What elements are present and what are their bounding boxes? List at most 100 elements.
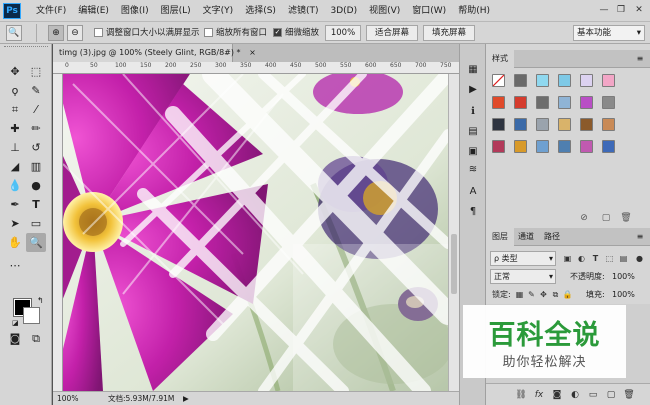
new-group-icon[interactable]: ▭ (586, 388, 600, 402)
image-canvas[interactable] (63, 74, 448, 391)
restore-button[interactable]: ❐ (613, 3, 629, 17)
scrubby-zoom-checkbox[interactable]: ✓ (273, 28, 282, 37)
style-swatch[interactable] (492, 96, 505, 109)
healing-brush-tool-icon[interactable]: ✚ (5, 119, 25, 138)
tab-styles[interactable]: 样式 (486, 50, 514, 68)
style-swatch[interactable] (602, 140, 615, 153)
style-swatch[interactable] (580, 96, 593, 109)
gradient-tool-icon[interactable]: ▥ (26, 157, 46, 176)
blur-tool-icon[interactable]: 💧 (5, 176, 25, 195)
info-panel-icon[interactable]: ℹ (465, 104, 481, 120)
menu-item[interactable]: 视图(V) (363, 0, 406, 22)
scrollbar-thumb[interactable] (451, 234, 457, 294)
style-swatch[interactable] (602, 96, 615, 109)
tab-layers[interactable]: 图层 (486, 228, 514, 246)
menu-item[interactable]: 3D(D) (324, 0, 363, 22)
zoom-tool-preset-icon[interactable]: 🔍 (6, 25, 22, 41)
menu-item[interactable]: 滤镜(T) (282, 0, 325, 22)
eyedropper-tool-icon[interactable]: ⁄ (26, 100, 46, 119)
paragraph-panel-icon[interactable]: ¶ (465, 204, 481, 220)
style-swatch[interactable] (492, 74, 505, 87)
opacity-value[interactable]: 100% (612, 269, 635, 284)
brush-presets-icon[interactable]: ≋ (465, 162, 481, 178)
zoom-level[interactable]: 100% (57, 392, 78, 405)
lock-pixels-icon[interactable]: ✎ (526, 289, 537, 300)
style-swatch[interactable] (580, 140, 593, 153)
minimize-button[interactable]: — (596, 3, 612, 17)
blend-mode-select[interactable]: 正常 ▾ (490, 269, 556, 284)
eraser-tool-icon[interactable]: ◢ (5, 157, 25, 176)
add-mask-icon[interactable]: ◙ (550, 388, 564, 402)
pen-tool-icon[interactable]: ✒ (5, 195, 25, 214)
quick-mask-icon[interactable]: ◙ (5, 329, 25, 348)
more-tools-icon[interactable]: ⋯ (5, 256, 25, 275)
zoom-in-icon[interactable]: ⊕ (48, 25, 64, 41)
style-swatch[interactable] (536, 74, 549, 87)
lasso-tool-icon[interactable]: ϙ (5, 81, 25, 100)
vertical-scrollbar[interactable] (448, 74, 459, 391)
style-swatch[interactable] (514, 118, 527, 131)
history-panel-icon[interactable]: ▦ (465, 62, 481, 78)
style-swatch[interactable] (536, 96, 549, 109)
tab-paths[interactable]: 路径 (538, 228, 566, 246)
status-menu-arrow-icon[interactable]: ▶ (183, 392, 189, 405)
fill-screen-button[interactable]: 填充屏幕 (423, 25, 475, 41)
type-tool-icon[interactable]: T (26, 195, 46, 214)
filter-smart-object-icon[interactable]: ▤ (618, 253, 629, 264)
style-swatch[interactable] (580, 74, 593, 87)
fit-screen-button[interactable]: 适合屏幕 (366, 25, 418, 41)
layer-style-fx-icon[interactable]: fx (532, 388, 546, 402)
zoom-out-icon[interactable]: ⊖ (67, 25, 83, 41)
clone-stamp-tool-icon[interactable]: ⊥ (5, 138, 25, 157)
filter-type-icon[interactable]: T (590, 253, 601, 264)
filter-shape-icon[interactable]: ⬚ (604, 253, 615, 264)
hand-tool-icon[interactable]: ✋ (5, 233, 25, 252)
style-swatch[interactable] (558, 118, 571, 131)
adjustments-panel-icon[interactable]: ▣ (465, 144, 481, 160)
lock-all-icon[interactable]: 🔒 (562, 289, 573, 300)
styles-panel-menu-icon[interactable]: ≡ (634, 53, 646, 65)
new-layer-icon[interactable]: ▢ (604, 388, 618, 402)
menu-item[interactable]: 帮助(H) (452, 0, 496, 22)
zoom-all-windows-checkbox[interactable] (204, 28, 213, 37)
style-swatch[interactable] (536, 118, 549, 131)
new-style-icon[interactable]: ▢ (600, 212, 612, 224)
quick-select-tool-icon[interactable]: ✎ (26, 81, 46, 100)
menu-item[interactable]: 图层(L) (155, 0, 197, 22)
filter-pixel-icon[interactable]: ▣ (562, 253, 573, 264)
path-select-tool-icon[interactable]: ➤ (5, 214, 25, 233)
default-colors-icon[interactable]: ◪ (12, 319, 19, 327)
move-tool-icon[interactable]: ✥ (5, 62, 25, 81)
clear-style-icon[interactable]: ⊘ (578, 212, 590, 224)
layers-panel-menu-icon[interactable]: ≡ (634, 231, 646, 243)
history-brush-tool-icon[interactable]: ↺ (26, 138, 46, 157)
document-tab[interactable]: timg (3).jpg @ 100% (Steely Glint, RGB/8… (53, 44, 256, 62)
zoom-tool-icon[interactable]: 🔍 (26, 233, 46, 252)
filter-adjustment-icon[interactable]: ◐ (576, 253, 587, 264)
swap-colors-icon[interactable]: ↰ (37, 296, 44, 305)
style-swatch[interactable] (558, 140, 571, 153)
style-swatch[interactable] (492, 140, 505, 153)
link-layers-icon[interactable]: ⛓ (514, 388, 528, 402)
delete-style-icon[interactable]: 🗑 (620, 212, 632, 224)
style-swatch[interactable] (514, 96, 527, 109)
rectangle-tool-icon[interactable]: ▭ (26, 214, 46, 233)
filter-toggle-icon[interactable]: ● (634, 253, 645, 264)
menu-item[interactable]: 窗口(W) (406, 0, 452, 22)
adjustment-layer-icon[interactable]: ◐ (568, 388, 582, 402)
menu-item[interactable]: 选择(S) (239, 0, 282, 22)
style-swatch[interactable] (536, 140, 549, 153)
menu-item[interactable]: 图像(I) (115, 0, 155, 22)
style-swatch[interactable] (514, 140, 527, 153)
marquee-tool-icon[interactable]: ⬚ (26, 62, 46, 81)
character-panel-icon[interactable]: A (465, 184, 481, 200)
screen-mode-icon[interactable]: ⧉ (26, 329, 46, 348)
fill-value[interactable]: 100% (612, 287, 635, 302)
background-color-swatch[interactable] (23, 307, 40, 324)
menu-item[interactable]: 编辑(E) (72, 0, 115, 22)
style-swatch[interactable] (602, 74, 615, 87)
style-swatch[interactable] (602, 118, 615, 131)
style-swatch[interactable] (492, 118, 505, 131)
actual-pixels-button[interactable]: 100% (325, 25, 361, 41)
lock-artboard-icon[interactable]: ⧉ (550, 289, 561, 300)
